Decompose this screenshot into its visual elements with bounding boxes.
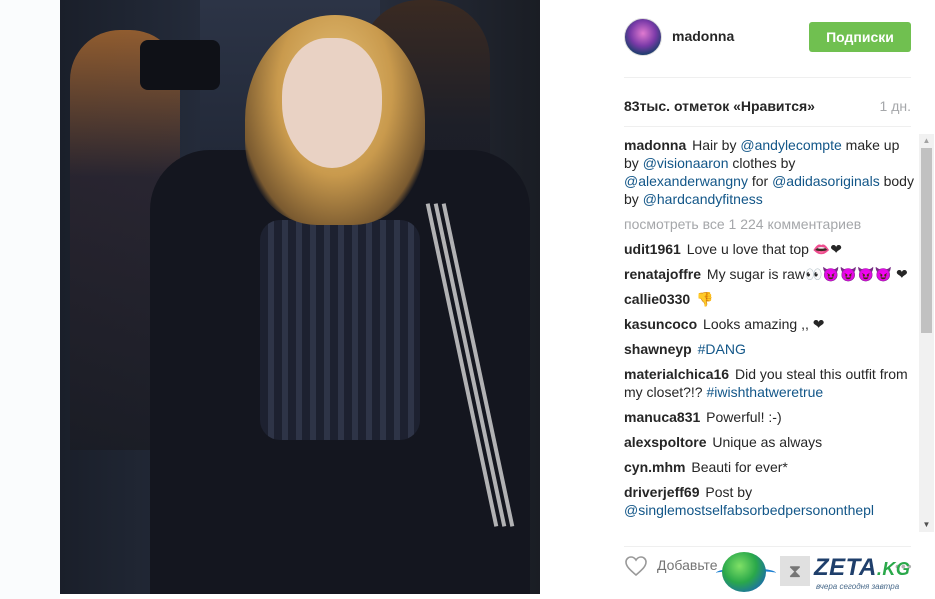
scroll-up-icon[interactable]: ▲ — [919, 134, 934, 148]
mention-link[interactable]: @visionaaron — [643, 155, 729, 171]
list-item: manuca831 Powerful! :-) — [624, 408, 915, 426]
header-divider — [624, 77, 911, 78]
left-margin — [0, 0, 60, 599]
globe-icon — [722, 552, 766, 592]
caption-text: clothes by — [732, 155, 796, 171]
comment-text: Love u love that top 👄❤ — [686, 241, 842, 257]
list-item: materialchica16 Did you steal this outfi… — [624, 365, 915, 401]
comment-username[interactable]: renatajoffre — [624, 266, 701, 282]
comment-text: 👎 — [696, 291, 714, 307]
comment-username[interactable]: manuca831 — [624, 409, 700, 425]
comment-text: My sugar is raw👀😈😈😈😈 ❤ — [706, 266, 908, 282]
heart-icon[interactable] — [624, 555, 648, 577]
actions-divider — [624, 546, 911, 547]
mention-link[interactable]: @singlemostselfabsorbedpersononthepl — [624, 502, 874, 518]
mention-link[interactable]: @andylecompte — [740, 137, 841, 153]
post-photo[interactable] — [60, 0, 540, 594]
comment-text: Powerful! :-) — [706, 409, 782, 425]
post-side-panel: madonna Подписки 83тыс. отметок «Нравитс… — [600, 0, 935, 599]
mention-link[interactable]: @hardcandyfitness — [643, 191, 763, 207]
list-item: callie0330 👎 — [624, 290, 915, 308]
site-watermark: ⧗ ZETA.KG вчера сегодня завтра — [716, 548, 931, 596]
post-username[interactable]: madonna — [672, 28, 734, 44]
photo-camera — [140, 40, 220, 90]
comment-username[interactable]: kasuncoco — [624, 316, 697, 332]
likes-count[interactable]: 83тыс. отметок «Нравится» — [624, 98, 815, 114]
caption-username[interactable]: madonna — [624, 137, 686, 153]
post-header: madonna Подписки — [624, 18, 911, 60]
list-item: driverjeff69 Post by @singlemostselfabso… — [624, 483, 915, 519]
post-time[interactable]: 1 дн. — [880, 98, 911, 114]
list-item: renatajoffre My sugar is raw👀😈😈😈😈 ❤ — [624, 265, 915, 283]
mention-link[interactable]: @adidasoriginals — [772, 173, 880, 189]
photo-corset — [260, 220, 420, 440]
watermark-logo-text: ZETA.KG — [814, 554, 910, 582]
comments-list[interactable]: madonna Hair by @andylecompte make up by… — [624, 136, 915, 532]
caption-text: Hair by — [692, 137, 737, 153]
view-all-comments-link[interactable]: посмотреть все 1 224 комментариев — [624, 215, 915, 233]
hashtag-link[interactable]: #DANG — [698, 341, 746, 357]
watermark-name: ZETA — [814, 554, 877, 581]
photo-face — [282, 38, 382, 168]
caption: madonna Hair by @andylecompte make up by… — [624, 136, 915, 208]
follow-button[interactable]: Подписки — [809, 22, 911, 52]
avatar[interactable] — [624, 18, 662, 56]
comment-username[interactable]: alexspoltore — [624, 434, 706, 450]
scroll-down-icon[interactable]: ▼ — [919, 518, 934, 532]
list-item: cyn.mhm Beauti for ever* — [624, 458, 915, 476]
comment-text: Beauti for ever* — [691, 459, 788, 475]
comment-text: Unique as always — [712, 434, 823, 450]
watermark-tagline: вчера сегодня завтра — [816, 582, 900, 591]
list-item: alexspoltore Unique as always — [624, 433, 915, 451]
list-item: udit1961 Love u love that top 👄❤ — [624, 240, 915, 258]
hourglass-icon: ⧗ — [780, 556, 810, 586]
comment-username[interactable]: udit1961 — [624, 241, 681, 257]
comment-username[interactable]: driverjeff69 — [624, 484, 699, 500]
likes-divider — [624, 126, 911, 127]
comment-username[interactable]: callie0330 — [624, 291, 690, 307]
scroll-thumb[interactable] — [921, 148, 932, 333]
comment-username[interactable]: shawneyp — [624, 341, 692, 357]
mention-link[interactable]: @alexanderwangny — [624, 173, 748, 189]
caption-text: for — [751, 173, 769, 189]
comment-username[interactable]: materialchica16 — [624, 366, 729, 382]
list-item: kasuncoco Looks amazing ,, ❤ — [624, 315, 915, 333]
hashtag-link[interactable]: #iwishthatweretrue — [706, 384, 823, 400]
comment-text: Looks amazing ,, ❤ — [703, 316, 825, 332]
watermark-tld: .KG — [876, 559, 911, 579]
list-item: shawneyp #DANG — [624, 340, 915, 358]
comments-scrollbar[interactable]: ▲ ▼ — [919, 134, 934, 532]
comment-text: Post by — [705, 484, 753, 500]
comment-username[interactable]: cyn.mhm — [624, 459, 685, 475]
